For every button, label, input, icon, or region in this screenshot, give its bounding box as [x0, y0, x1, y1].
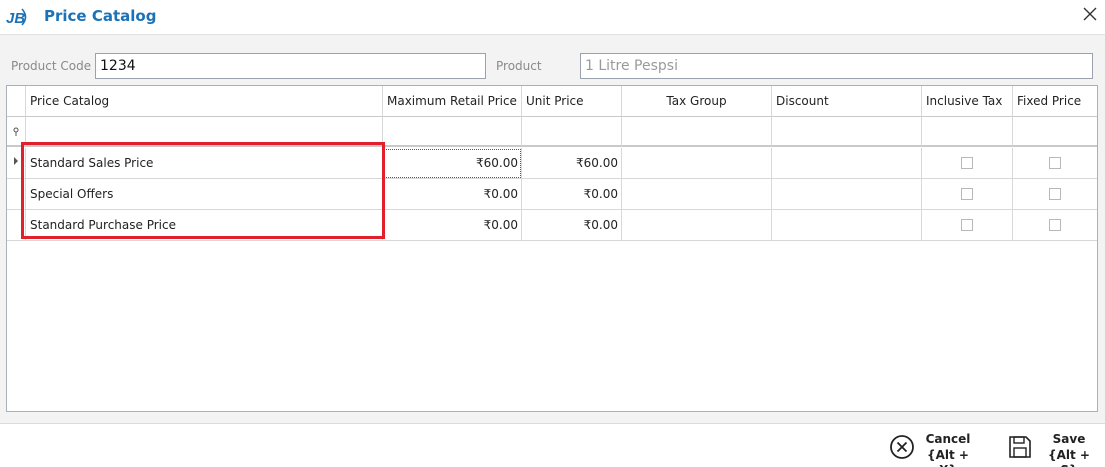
column-header-unit-price[interactable]: Unit Price [522, 86, 622, 117]
window-title: Price Catalog [44, 7, 157, 25]
inclusive-tax-checkbox[interactable] [961, 218, 973, 231]
cell-inclusive-tax [922, 179, 1013, 210]
cell-price-catalog[interactable]: Standard Sales Price [26, 148, 383, 179]
grid-header-row: Price Catalog Maximum Retail Price Unit … [7, 86, 1097, 117]
title-bar: JB Price Catalog [0, 0, 1105, 34]
filter-cell-fixed-price[interactable] [1013, 117, 1097, 147]
filter-cell-discount[interactable] [772, 117, 922, 147]
cell-unit-price[interactable]: ₹0.00 [522, 179, 622, 210]
filter-cell-inclusive-tax[interactable] [922, 117, 1013, 147]
column-header-discount[interactable]: Discount [772, 86, 922, 117]
cell-fixed-price [1013, 148, 1097, 179]
product-code-label: Product Code [11, 59, 92, 73]
grid-filter-row [7, 117, 1097, 147]
product-field[interactable]: 1 Litre Pespsi [580, 53, 1093, 79]
cell-price-catalog[interactable]: Standard Purchase Price [26, 210, 383, 241]
cancel-label: Cancel [925, 432, 971, 446]
column-header-tax-group[interactable]: Tax Group [622, 86, 772, 117]
product-label: Product [496, 59, 542, 73]
cell-mrp[interactable]: ₹0.00 [383, 210, 522, 241]
price-catalog-grid: Price Catalog Maximum Retail Price Unit … [6, 85, 1098, 412]
cancel-icon [890, 435, 914, 459]
cell-unit-price[interactable]: ₹0.00 [522, 210, 622, 241]
column-header-price-catalog[interactable]: Price Catalog [26, 86, 383, 117]
inclusive-tax-checkbox[interactable] [961, 156, 973, 169]
table-row[interactable]: Standard Purchase Price ₹0.00 ₹0.00 [7, 210, 1097, 241]
column-header-mrp[interactable]: Maximum Retail Price [383, 86, 522, 117]
column-header-inclusive-tax[interactable]: Inclusive Tax [922, 86, 1013, 117]
cell-price-catalog[interactable]: Special Offers [26, 179, 383, 210]
cell-discount[interactable] [772, 148, 922, 179]
product-code-field[interactable]: 1234 [95, 53, 486, 79]
close-icon[interactable] [1080, 4, 1100, 24]
app-logo-icon: JB [6, 8, 27, 27]
save-shortcut: {Alt + S} [1048, 448, 1090, 467]
cell-mrp[interactable]: ₹60.00 [383, 148, 522, 179]
cell-unit-price[interactable]: ₹60.00 [522, 148, 622, 179]
filter-cell-mrp[interactable] [383, 117, 522, 147]
row-pointer-icon [7, 148, 26, 179]
table-row[interactable]: Special Offers ₹0.00 ₹0.00 [7, 179, 1097, 210]
save-icon [1009, 436, 1031, 458]
cell-tax-group[interactable] [622, 210, 772, 241]
row-indicator-cell [7, 179, 26, 210]
filter-cell-tax-group[interactable] [622, 117, 772, 147]
inclusive-tax-checkbox[interactable] [961, 187, 973, 200]
cell-tax-group[interactable] [622, 148, 772, 179]
cell-discount[interactable] [772, 210, 922, 241]
cell-discount[interactable] [772, 179, 922, 210]
row-indicator-cell [7, 210, 26, 241]
cancel-shortcut: {Alt + X} [927, 448, 969, 467]
table-row[interactable]: Standard Sales Price ₹60.00 ₹60.00 [7, 148, 1097, 179]
content-panel: Product Code 1234 Product 1 Litre Pespsi… [0, 34, 1105, 424]
cell-mrp[interactable]: ₹0.00 [383, 179, 522, 210]
cell-fixed-price [1013, 210, 1097, 241]
save-button[interactable]: Save {Alt + S} [1005, 430, 1101, 467]
cell-tax-group[interactable] [622, 179, 772, 210]
cell-inclusive-tax [922, 210, 1013, 241]
cancel-button[interactable]: Cancel {Alt + X} [886, 430, 976, 467]
fixed-price-checkbox[interactable] [1049, 156, 1061, 169]
cell-inclusive-tax [922, 148, 1013, 179]
fixed-price-checkbox[interactable] [1049, 187, 1061, 200]
save-label: Save [1052, 432, 1086, 446]
cell-fixed-price [1013, 179, 1097, 210]
filter-cell-unit-price[interactable] [522, 117, 622, 147]
filter-cell-price-catalog[interactable] [26, 117, 383, 147]
header-indicator-cell [7, 86, 26, 117]
filter-icon [7, 117, 26, 147]
column-header-fixed-price[interactable]: Fixed Price [1013, 86, 1097, 117]
fixed-price-checkbox[interactable] [1049, 218, 1061, 231]
